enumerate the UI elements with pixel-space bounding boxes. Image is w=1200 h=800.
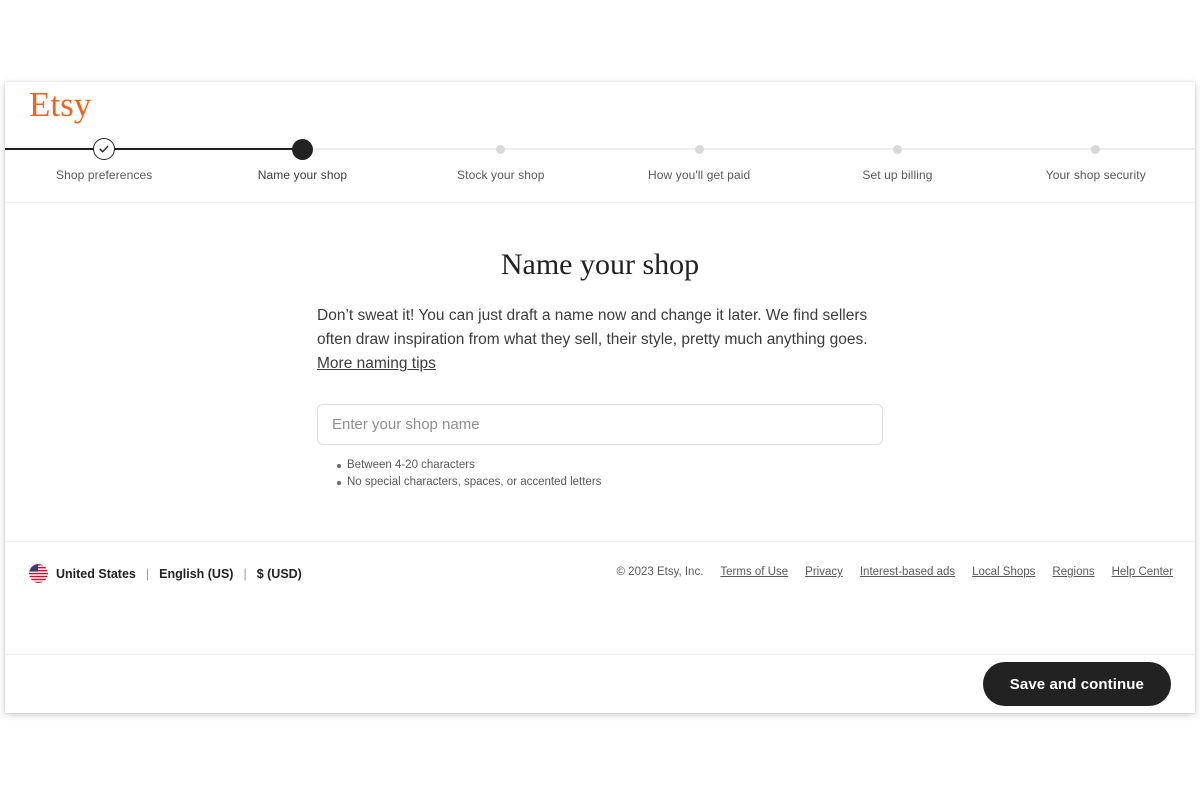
shop-name-field-group: Between 4-20 characters No special chara… [317, 404, 883, 491]
step-your-shop-security[interactable]: Your shop security [997, 130, 1195, 200]
shop-name-input[interactable] [317, 404, 883, 445]
step-marker-wrap [91, 136, 117, 162]
step-marker-wrap [289, 136, 315, 162]
intro-text: Don’t sweat it! You can just draft a nam… [317, 307, 868, 348]
onboarding-card: Etsy Shop preferences Name your shop Sto… [5, 82, 1195, 713]
small-dot-icon [892, 144, 902, 154]
small-dot-icon [1091, 144, 1101, 154]
step-label-set-up-billing: Set up billing [862, 168, 933, 182]
step-set-up-billing[interactable]: Set up billing [798, 130, 996, 200]
link-help-center[interactable]: Help Center [1112, 566, 1173, 578]
stepper-steps: Shop preferences Name your shop Stock yo… [5, 130, 1195, 200]
progress-stepper: Shop preferences Name your shop Stock yo… [5, 130, 1195, 200]
step-stock-your-shop[interactable]: Stock your shop [402, 130, 600, 200]
more-naming-tips-link[interactable]: More naming tips [317, 355, 436, 372]
locale-country: United States [56, 566, 136, 581]
intro-paragraph: Don’t sweat it! You can just draft a nam… [317, 304, 883, 376]
hint-item: No special characters, spaces, or accent… [337, 474, 883, 491]
locale-language: English (US) [159, 566, 234, 581]
page-header: Etsy Shop preferences Name your shop Sto… [5, 82, 1195, 203]
page-title: Name your shop [500, 248, 700, 281]
hint-item: Between 4-20 characters [337, 457, 883, 474]
step-shop-preferences[interactable]: Shop preferences [5, 130, 203, 200]
step-marker-wrap [686, 136, 712, 162]
small-dot-icon [694, 144, 704, 154]
step-name-your-shop[interactable]: Name your shop [203, 130, 401, 200]
main-content: Name your shop Don’t sweat it! You can j… [5, 203, 1195, 542]
step-marker-wrap [1083, 136, 1109, 162]
locale-separator: | [145, 566, 150, 581]
link-terms-of-use[interactable]: Terms of Use [720, 566, 788, 578]
etsy-onboarding-page: Etsy Shop preferences Name your shop Sto… [0, 0, 1200, 800]
copyright-text: © 2023 Etsy, Inc. [616, 566, 704, 578]
link-regions[interactable]: Regions [1052, 566, 1094, 578]
page-footer: United States | English (US) | $ (USD) ©… [5, 542, 1195, 655]
step-label-name-your-shop: Name your shop [257, 168, 348, 182]
step-label-shop-preferences: Shop preferences [55, 168, 153, 182]
action-bar: Save and continue [5, 655, 1195, 713]
shop-name-hints: Between 4-20 characters No special chara… [317, 457, 883, 491]
step-label-your-shop-security: Your shop security [1045, 168, 1146, 182]
filled-dot-icon [291, 138, 313, 160]
step-label-stock-your-shop: Stock your shop [457, 168, 545, 182]
link-interest-based-ads[interactable]: Interest-based ads [860, 566, 955, 578]
check-circle-icon [93, 138, 116, 160]
link-privacy[interactable]: Privacy [805, 566, 843, 578]
locale-separator: | [243, 566, 247, 581]
locale-currency: $ (USD) [256, 566, 302, 581]
us-flag-icon [29, 564, 48, 583]
etsy-logo[interactable]: Etsy [29, 85, 91, 125]
small-dot-icon [496, 144, 506, 154]
locale-selector[interactable]: United States | English (US) | $ (USD) [29, 564, 302, 583]
step-how-youll-get-paid[interactable]: How you'll get paid [600, 130, 798, 200]
link-local-shops[interactable]: Local Shops [972, 566, 1035, 578]
step-label-how-youll-get-paid: How you'll get paid [648, 168, 751, 182]
legal-links: © 2023 Etsy, Inc. Terms of Use Privacy I… [617, 566, 1173, 578]
step-marker-wrap [488, 136, 514, 162]
step-marker-wrap [884, 136, 910, 162]
save-and-continue-button[interactable]: Save and continue [982, 662, 1171, 706]
